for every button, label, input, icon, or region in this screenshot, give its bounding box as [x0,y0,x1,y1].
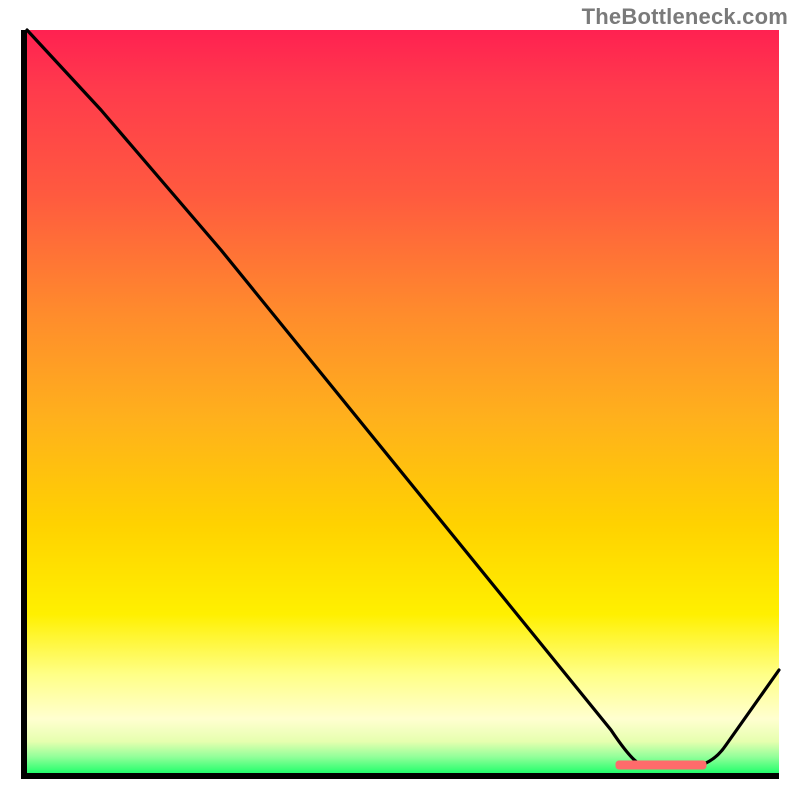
attribution-text: TheBottleneck.com [582,4,788,30]
gradient-plot-area [21,30,779,779]
bottleneck-curve [21,30,779,779]
figure-container: TheBottleneck.com [0,0,800,800]
curve-path [27,30,779,765]
optimal-region-marker [616,761,706,769]
